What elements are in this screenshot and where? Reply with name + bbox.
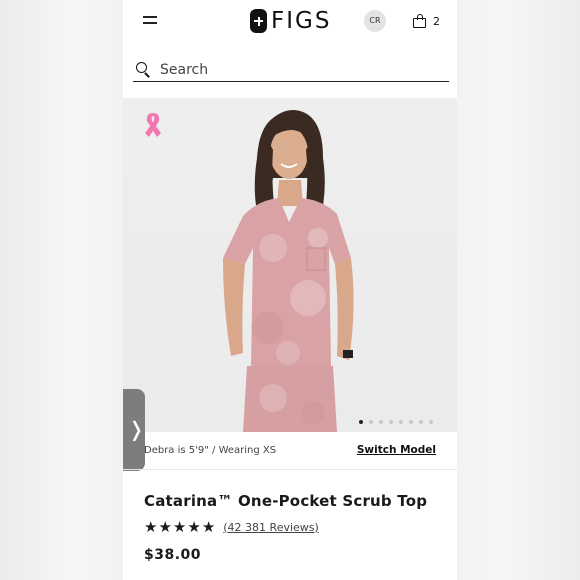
search-icon <box>136 61 152 78</box>
product-image-gallery[interactable] <box>123 98 457 432</box>
figs-cross-icon <box>250 9 267 33</box>
model-caption: Debra is 5'9" / Wearing XS <box>144 445 277 456</box>
gallery-dot[interactable] <box>429 420 433 424</box>
star-icon: ★ <box>144 518 158 536</box>
region-selector[interactable]: CR <box>364 10 386 32</box>
gallery-dot[interactable] <box>399 420 403 424</box>
switch-model-link[interactable]: Switch Model <box>357 444 436 456</box>
gallery-dot[interactable] <box>359 420 363 424</box>
product-rating: ★ ★ ★ ★ ★ (42 381 Reviews) <box>144 519 319 535</box>
shopping-bag-icon <box>413 14 426 28</box>
search-input[interactable] <box>160 61 440 78</box>
gallery-dot[interactable] <box>389 420 393 424</box>
pink-ribbon-icon <box>145 113 161 137</box>
gallery-dot[interactable] <box>409 420 413 424</box>
reviews-link[interactable]: (42 381 Reviews) <box>223 521 319 534</box>
background-left <box>0 0 123 580</box>
site-header: FIGS CR 2 <box>123 0 457 44</box>
cart-button[interactable]: 2 <box>413 12 440 30</box>
gallery-dot[interactable] <box>379 420 383 424</box>
gallery-dot[interactable] <box>419 420 423 424</box>
product-title: Catarina™ One-Pocket Scrub Top <box>144 492 428 510</box>
star-icon: ★ <box>158 518 172 536</box>
star-icon: ★ <box>172 518 187 536</box>
background-right <box>457 0 580 580</box>
half-star-icon: ★ <box>201 518 216 536</box>
search-bar[interactable] <box>133 58 449 82</box>
model-info-bar: Debra is 5'9" / Wearing XS Switch Model <box>123 432 457 470</box>
gallery-pagination <box>359 420 439 424</box>
model-photo <box>223 110 354 432</box>
cart-count: 2 <box>433 14 440 28</box>
brand-name: FIGS <box>271 8 332 34</box>
hamburger-icon[interactable] <box>143 13 159 27</box>
gallery-dot[interactable] <box>369 420 373 424</box>
product-price: $38.00 <box>144 547 202 563</box>
product-page: FIGS CR 2 Search ❭ Debra is 5'9" / Weari… <box>123 0 457 580</box>
star-icon: ★ <box>187 518 201 536</box>
brand-logo[interactable]: FIGS <box>250 8 331 34</box>
